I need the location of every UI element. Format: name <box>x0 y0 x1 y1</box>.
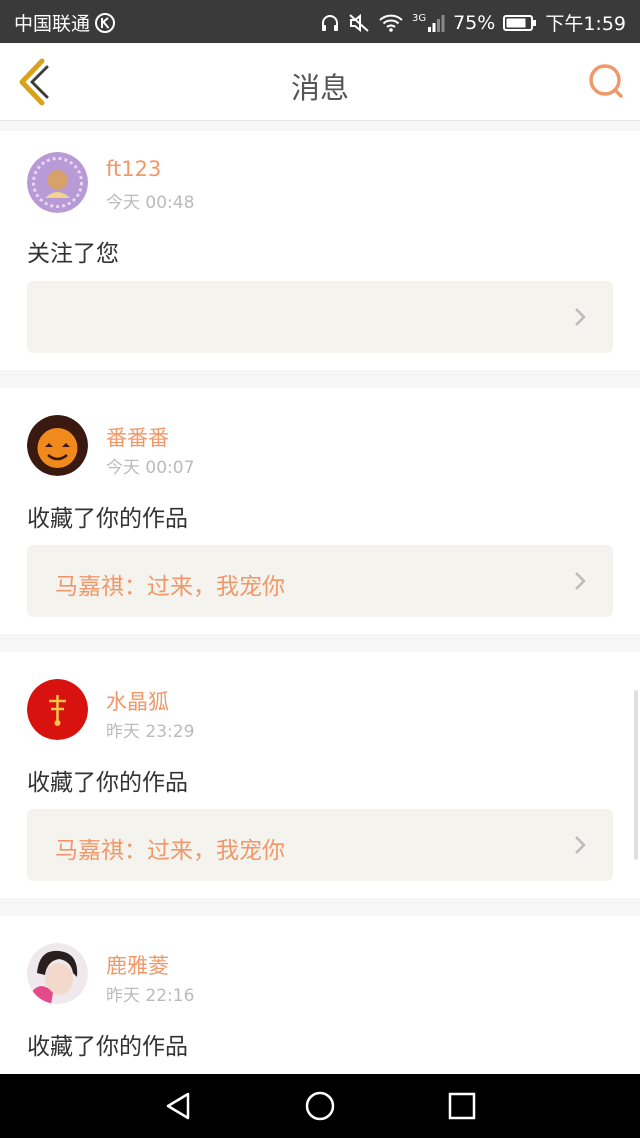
reference-box[interactable]: 马嘉祺：过来，我宠你 <box>27 545 613 617</box>
chevron-right-icon <box>575 836 586 854</box>
headphones-icon <box>320 13 340 33</box>
timestamp: 今天 00:48 <box>106 193 195 213</box>
square-recents-icon <box>448 1092 476 1120</box>
nav-home-button[interactable] <box>302 1088 338 1124</box>
scrollbar[interactable] <box>634 690 638 860</box>
chevron-right-icon <box>575 308 586 326</box>
battery-percent: 75% <box>453 11 496 34</box>
action-text: 收藏了你的作品 <box>27 770 188 796</box>
battery-icon <box>503 14 537 32</box>
mute-icon <box>348 13 370 33</box>
timestamp: 昨天 23:29 <box>106 722 195 742</box>
nav-back-button[interactable] <box>160 1088 196 1124</box>
reference-box[interactable] <box>27 281 613 353</box>
username[interactable]: 鹿雅菱 <box>106 950 169 980</box>
timestamp: 今天 00:07 <box>106 458 195 478</box>
reference-text: 马嘉祺：过来，我宠你 <box>55 838 285 864</box>
message-card[interactable]: 水晶狐 昨天 23:29 收藏了你的作品 马嘉祺：过来，我宠你 <box>0 652 640 898</box>
message-card[interactable]: ft123 今天 00:48 关注了您 <box>0 131 640 370</box>
carrier-label: 中国联通 <box>14 13 91 35</box>
message-list[interactable]: ft123 今天 00:48 关注了您 番番番 今天 00:07 收藏了你的作品… <box>0 121 640 1074</box>
reference-text: 马嘉祺：过来，我宠你 <box>55 574 285 600</box>
clock: 下午1:59 <box>545 13 626 35</box>
triangle-back-icon <box>166 1092 190 1120</box>
status-bar: 中国联通 3G 75% 下午1:59 <box>0 0 640 43</box>
action-text: 收藏了你的作品 <box>27 1034 188 1060</box>
timestamp: 昨天 22:16 <box>106 986 195 1006</box>
network-type-label: 3G <box>411 12 427 24</box>
avatar[interactable] <box>27 943 88 1004</box>
reference-box[interactable]: 马嘉祺：过来，我宠你 <box>27 809 613 881</box>
chevron-right-icon <box>575 572 586 590</box>
circle-home-icon <box>305 1091 335 1121</box>
carrier-k-icon <box>94 12 116 34</box>
avatar[interactable] <box>27 415 88 476</box>
avatar[interactable] <box>27 679 88 740</box>
search-button[interactable] <box>586 61 626 101</box>
username[interactable]: ft123 <box>106 157 161 181</box>
page-title: 消息 <box>290 71 349 105</box>
action-text: 收藏了你的作品 <box>27 506 188 532</box>
signal-icon: 3G <box>412 13 445 33</box>
message-card[interactable]: 鹿雅菱 昨天 22:16 收藏了你的作品 <box>0 916 640 1074</box>
action-text: 关注了您 <box>27 241 119 267</box>
avatar[interactable] <box>27 152 88 213</box>
username[interactable]: 水晶狐 <box>106 686 169 716</box>
username[interactable]: 番番番 <box>106 422 169 452</box>
navigation-bar <box>0 1074 640 1138</box>
wifi-icon <box>378 13 404 33</box>
top-bar: 消息 <box>0 43 640 121</box>
nav-recents-button[interactable] <box>444 1088 480 1124</box>
search-icon <box>589 64 623 98</box>
message-card[interactable]: 番番番 今天 00:07 收藏了你的作品 马嘉祺：过来，我宠你 <box>0 388 640 634</box>
